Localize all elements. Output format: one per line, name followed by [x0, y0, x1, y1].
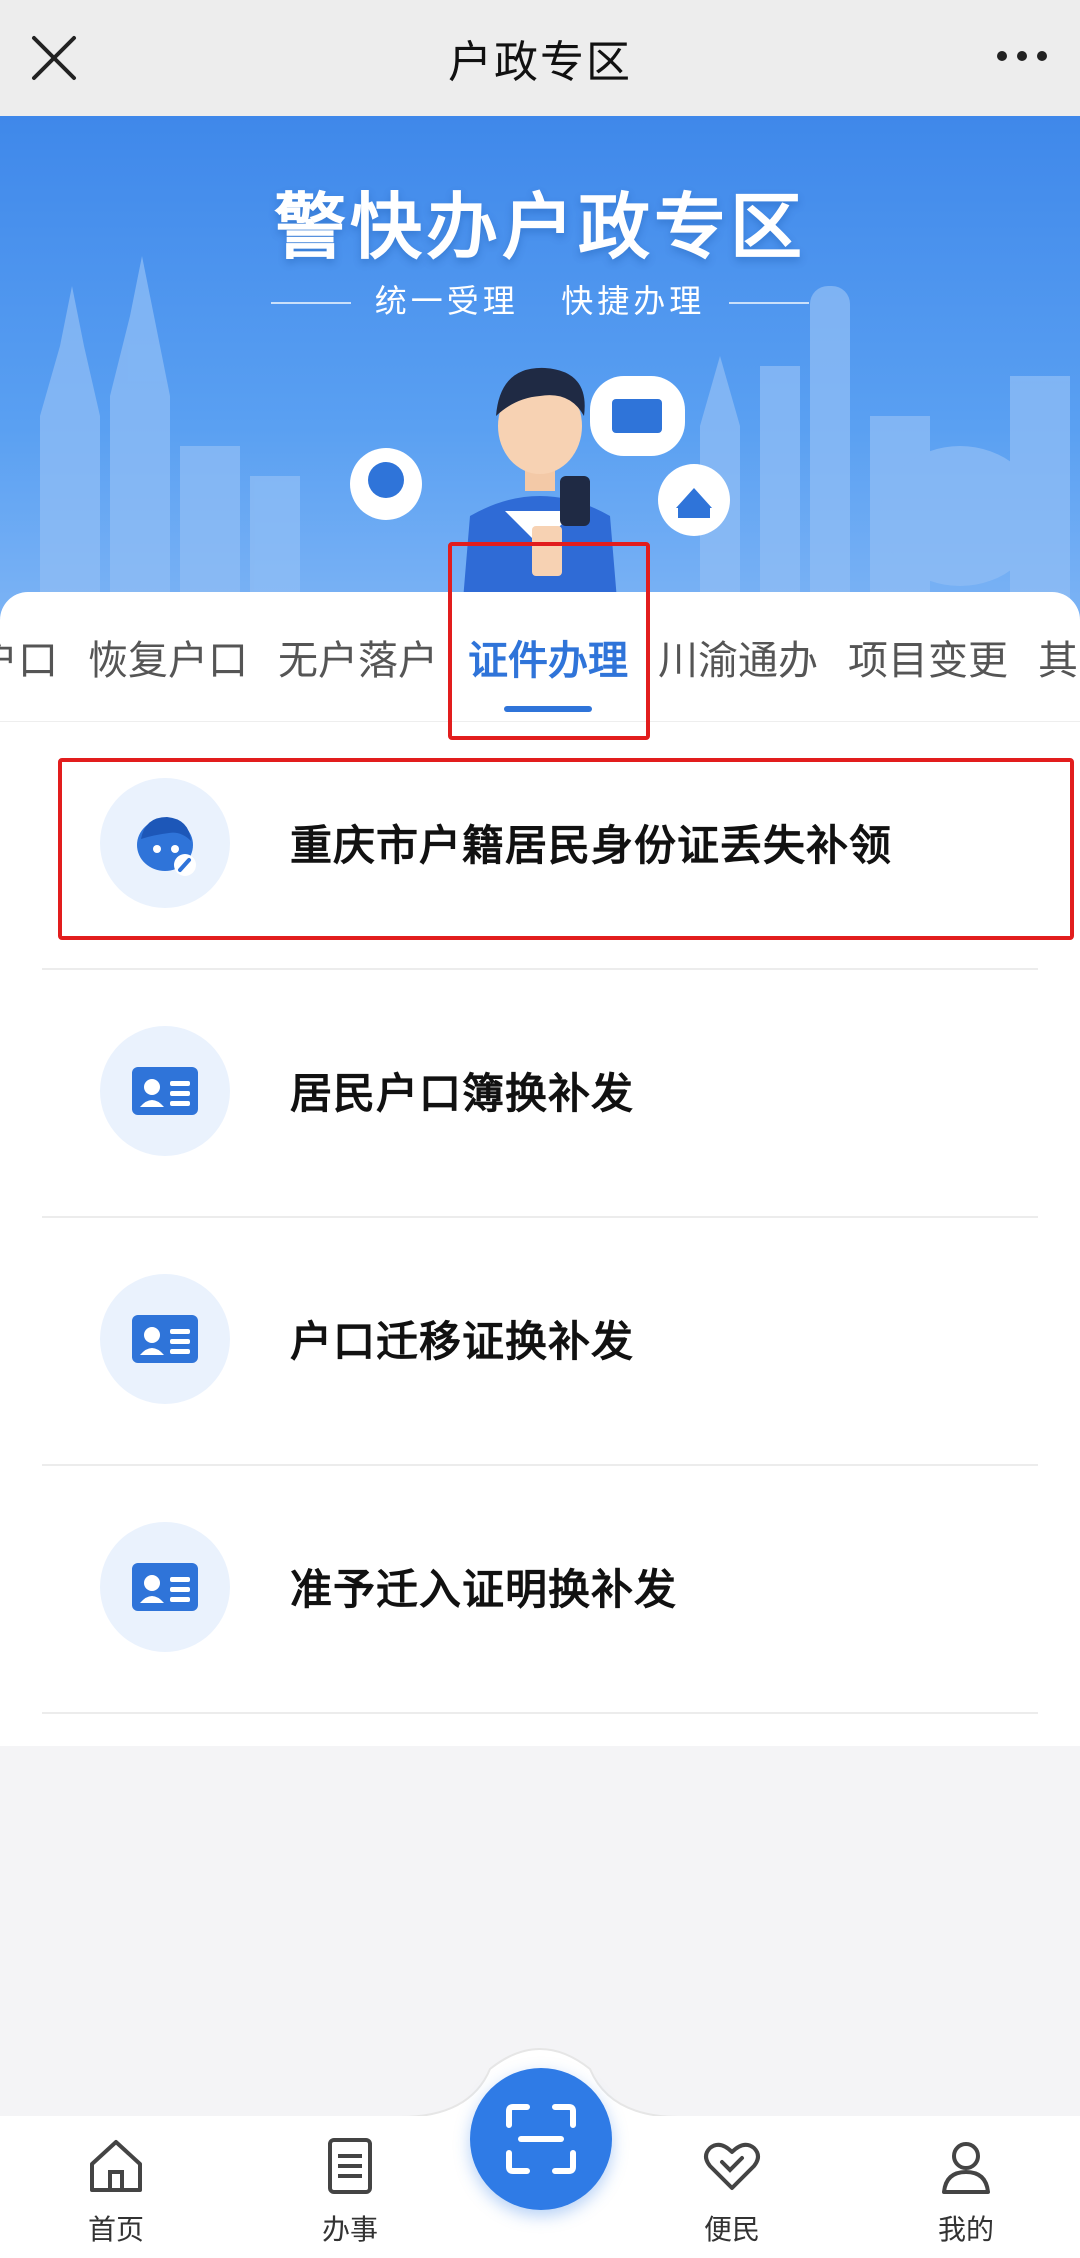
- list-item-label: 户口迁移证换补发: [290, 1317, 635, 1366]
- nav-services[interactable]: 办事: [290, 2134, 410, 2248]
- heart-icon: [704, 2142, 760, 2190]
- page-title: 户政专区: [448, 37, 632, 88]
- id-card-icon: [100, 1522, 230, 1652]
- banner-subtitle-left: 统一受理: [374, 282, 519, 320]
- user-icon: [942, 2142, 990, 2194]
- nav-services-label: 办事: [321, 2213, 378, 2246]
- tab-other[interactable]: 其: [1038, 628, 1078, 712]
- banner-subtitle: 统一受理 快捷办理: [0, 276, 1080, 322]
- tab-no-hukou-registration[interactable]: 无户落户: [278, 628, 438, 712]
- nav-mine-label: 我的: [937, 2213, 994, 2246]
- tab-item-change[interactable]: 项目变更: [848, 628, 1008, 712]
- tab-restore-hukou[interactable]: 恢复户口: [88, 628, 248, 712]
- scan-icon: [506, 2104, 576, 2174]
- nav-mine[interactable]: 我的: [906, 2134, 1026, 2248]
- more-icon[interactable]: [992, 34, 1052, 78]
- document-icon: [328, 2138, 372, 2194]
- banner-title: 警快办户政专区: [273, 185, 806, 269]
- nav-home-label: 首页: [87, 2213, 144, 2246]
- nav-home[interactable]: 首页: [56, 2134, 176, 2248]
- home-icon: [90, 2140, 142, 2192]
- active-tab-indicator: [504, 706, 592, 712]
- category-tabs: 户口 恢复户口 无户落户 证件办理 川渝通办 项目变更 其: [0, 592, 1080, 722]
- nav-convenience[interactable]: 便民: [672, 2134, 792, 2248]
- face-edit-icon: [100, 778, 230, 908]
- top-bar: 户政专区: [0, 0, 1080, 116]
- scan-button[interactable]: [470, 2068, 612, 2210]
- banner: 警快办户政专区 统一受理 快捷办理: [0, 116, 1080, 636]
- close-icon[interactable]: [26, 30, 82, 86]
- id-card-icon: [100, 1274, 230, 1404]
- tab-sichuan-chongqing[interactable]: 川渝通办: [658, 628, 818, 712]
- tab-hukou[interactable]: 户口: [0, 628, 58, 712]
- nav-convenience-label: 便民: [703, 2213, 760, 2246]
- list-item-label: 准予迁入证明换补发: [290, 1565, 678, 1614]
- id-card-icon: [100, 1026, 230, 1156]
- list-item[interactable]: 居民户口簿换补发: [0, 970, 1080, 1218]
- list-item[interactable]: 重庆市户籍居民身份证丢失补领: [0, 722, 1080, 970]
- list-item-label: 重庆市户籍居民身份证丢失补领: [290, 821, 893, 870]
- divider: [42, 1712, 1038, 1714]
- banner-subtitle-right: 快捷办理: [561, 282, 706, 320]
- list-item[interactable]: 户口迁移证换补发: [0, 1218, 1080, 1466]
- list-item-label: 居民户口簿换补发: [290, 1069, 635, 1118]
- tab-certificate-services[interactable]: 证件办理: [468, 628, 628, 712]
- service-list: 重庆市户籍居民身份证丢失补领 居民户口簿换补发 户口迁移证换补发 准予迁入证明换…: [0, 722, 1080, 1746]
- list-item[interactable]: 准予迁入证明换补发: [0, 1466, 1080, 1714]
